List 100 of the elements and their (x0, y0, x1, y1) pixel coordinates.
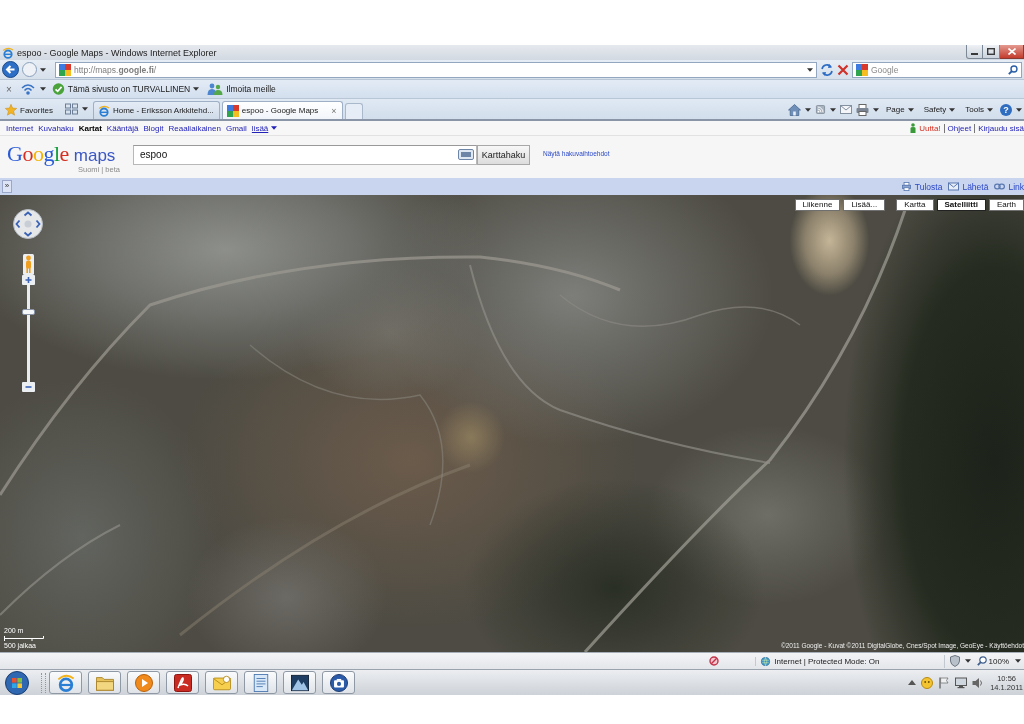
map-overlay-button[interactable]: Liikenne (794, 199, 841, 211)
command-menu-button[interactable]: Tools (962, 102, 996, 117)
taskbar-button[interactable] (322, 671, 355, 694)
minimize-button[interactable] (966, 45, 983, 59)
flag-icon[interactable] (938, 676, 951, 689)
squiggle-tile-icon (173, 673, 192, 692)
close-icon (1007, 48, 1016, 55)
smiley-icon[interactable] (921, 676, 934, 689)
report-button[interactable]: Ilmoita meille (205, 81, 278, 97)
print-icon[interactable] (900, 182, 912, 191)
service-link[interactable]: Gmail (225, 123, 247, 133)
globe-icon (760, 656, 772, 666)
tray-arrow-icon[interactable] (908, 680, 917, 685)
favicon-icon (856, 63, 868, 76)
panel-toggle-button[interactable]: » (2, 180, 12, 193)
service-link[interactable]: Reaaliaikainen (168, 123, 221, 133)
command-menu-button[interactable]: Safety (920, 102, 959, 117)
service-link[interactable]: Kuvahaku (38, 123, 74, 133)
account-link[interactable]: Ohjeet (943, 123, 972, 133)
help-button[interactable]: ? (1000, 103, 1012, 116)
security-zone-text: Internet | Protected Mode: On (774, 656, 880, 666)
caret-icon[interactable] (39, 87, 46, 91)
magnifier-icon (976, 656, 987, 666)
wireless-icon[interactable] (19, 83, 36, 95)
panel-action-link[interactable]: Lähetä (962, 181, 989, 192)
stop-icon[interactable] (837, 63, 849, 76)
caret-icon[interactable] (40, 67, 46, 72)
command-menu-button[interactable]: Page (882, 102, 917, 117)
monitor-icon[interactable] (955, 676, 968, 689)
taskbar-button[interactable] (166, 671, 199, 694)
envelope-icon[interactable] (948, 182, 960, 191)
browser-tab[interactable]: espoo - Google Maps × (221, 101, 343, 119)
maximize-button[interactable] (983, 45, 1000, 59)
service-link[interactable]: Blogit (143, 123, 164, 133)
address-field[interactable]: http://maps.google.fi/ (55, 61, 817, 78)
browser-icon (2, 46, 14, 59)
caret-icon[interactable] (1016, 107, 1022, 112)
more-link[interactable]: lisää (251, 123, 278, 133)
print-icon[interactable] (855, 103, 869, 116)
map-overlay-button[interactable]: Lisää... (843, 199, 886, 211)
envelope-icon (212, 673, 231, 692)
map-type-button[interactable]: Kartta (896, 199, 934, 211)
caret-icon[interactable] (829, 107, 836, 112)
tab-close-button[interactable]: × (331, 105, 337, 116)
browser-tab[interactable]: Home - Eriksson Arkkitehd... (92, 101, 220, 119)
caret-icon[interactable] (81, 107, 88, 111)
toolbar-close-button[interactable]: × (6, 83, 12, 95)
taskbar-button[interactable] (283, 671, 316, 694)
zoom-level-button[interactable]: 100% (974, 656, 1011, 666)
caret-icon[interactable] (872, 107, 879, 112)
maximize-icon (987, 48, 995, 55)
panel-action-link[interactable]: Tulosta (914, 181, 943, 192)
home-icon[interactable] (787, 103, 801, 116)
speaker-icon[interactable] (972, 676, 985, 689)
refresh-icon[interactable] (820, 62, 834, 77)
caret-icon[interactable] (1015, 659, 1021, 663)
service-link[interactable]: Kartat (78, 123, 102, 133)
account-link[interactable]: Uutta! (919, 123, 941, 133)
service-link[interactable]: Kääntäjä (106, 123, 139, 133)
check-circle-icon (51, 83, 65, 95)
service-link[interactable]: Internet (6, 123, 34, 133)
no-entry-icon[interactable] (709, 656, 720, 666)
caret-icon[interactable] (964, 659, 971, 663)
map-type-button[interactable]: Satelliitti (936, 199, 986, 211)
browser-icon (97, 104, 110, 117)
search-field[interactable]: Google (852, 61, 1022, 78)
mountain-icon (290, 673, 309, 692)
zoom-out-icon[interactable] (22, 382, 35, 392)
caret-icon (193, 87, 200, 91)
pan-control-icon[interactable] (13, 208, 43, 240)
camera-icon (329, 673, 348, 692)
chain-link-icon[interactable] (994, 182, 1006, 191)
satellite-photo[interactable] (0, 195, 1024, 652)
caret-icon[interactable] (804, 107, 811, 112)
caret-icon (949, 107, 956, 112)
panel-action-link[interactable]: Link (1008, 181, 1024, 192)
favorites-button[interactable]: Favorites (3, 101, 55, 119)
window-title: espoo - Google Maps - Windows Internet Explorer (17, 47, 217, 58)
caret-icon (271, 126, 278, 130)
security-status-button[interactable]: Tämä sivusto on TURVALLINEN (49, 81, 202, 97)
person-icon (910, 123, 917, 133)
account-link[interactable]: Kirjaudu sisä (974, 123, 1024, 133)
scale-ruler-icon (4, 636, 44, 641)
keyboard-icon[interactable] (458, 149, 474, 160)
logo-wordmark[interactable]: Google (7, 142, 69, 165)
document-icon (251, 673, 270, 692)
minimize-icon (971, 53, 978, 55)
zoom-slider-thumb[interactable] (22, 308, 35, 315)
search-input[interactable]: espoo (133, 144, 477, 165)
search-button[interactable]: Karttahaku (477, 144, 530, 165)
people-icon (207, 83, 224, 95)
close-button[interactable] (1000, 45, 1024, 59)
start-orb-icon[interactable] (5, 670, 29, 695)
star-icon (5, 104, 17, 116)
favicon-icon (59, 63, 71, 76)
zoom-in-icon[interactable] (22, 275, 35, 285)
caret-icon[interactable] (807, 67, 813, 72)
map-type-button[interactable]: Earth (988, 199, 1024, 211)
search-icon[interactable] (1008, 64, 1018, 75)
shield-icon[interactable] (948, 655, 961, 667)
